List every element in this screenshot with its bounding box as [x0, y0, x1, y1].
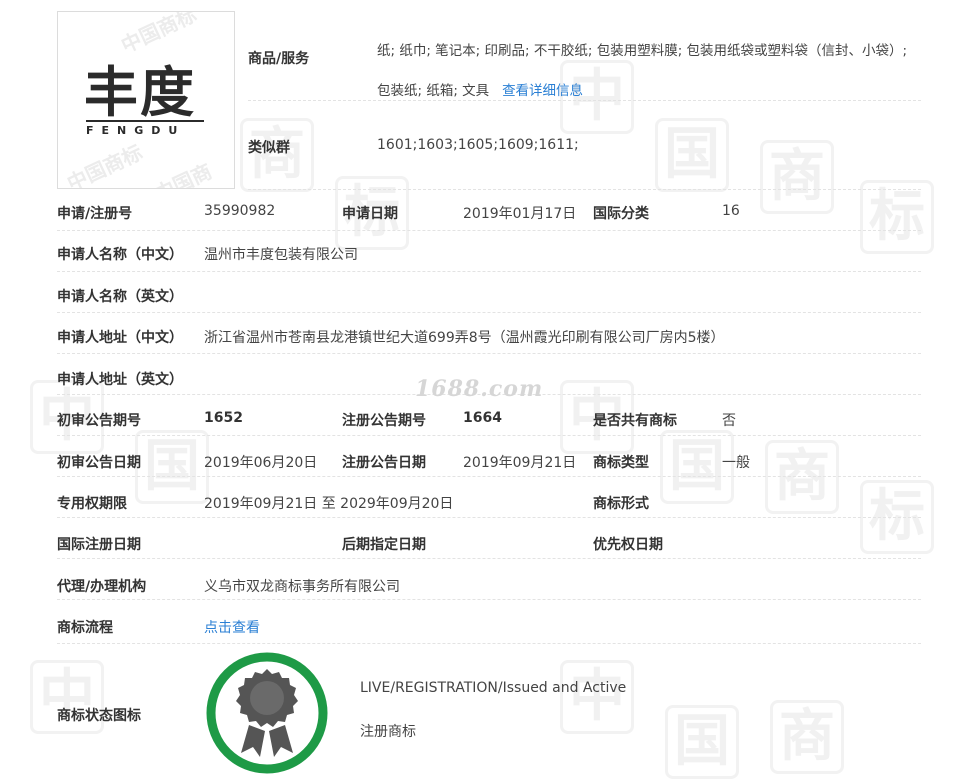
- logo-watermark-text: 中国商标: [150, 159, 216, 189]
- goods-label: 商品/服务: [248, 51, 310, 67]
- similar-value: 1601;1603;1605;1609;1611;: [377, 137, 579, 153]
- view-details-link[interactable]: 查看详细信息: [502, 83, 583, 99]
- trademark-logo-image: 中国商标 中国商标 中国商标 丰度 FENGDU: [57, 11, 235, 189]
- info-row-flow: 商标流程 点击查看: [57, 600, 921, 644]
- agent-value: 义乌市双龙商标事务所有限公司: [204, 579, 400, 595]
- info-row-applicant-en: 申请人名称（英文）: [57, 272, 921, 313]
- similar-label: 类似群: [248, 140, 290, 156]
- app-no-value: 35990982: [204, 203, 276, 219]
- intl-reg-date-label: 国际注册日期: [57, 537, 141, 553]
- goods-list: 纸; 纸巾; 笔记本; 印刷品; 不干胶纸; 包装用塑料膜; 包装用纸袋或塑料袋…: [377, 43, 908, 99]
- prelim-no-value: 1652: [204, 410, 243, 426]
- reg-date-value: 2019年09月21日: [463, 455, 577, 471]
- goods-value: 纸; 纸巾; 笔记本; 印刷品; 不干胶纸; 包装用塑料膜; 包装用纸袋或塑料袋…: [377, 31, 917, 111]
- flow-label: 商标流程: [57, 620, 113, 636]
- goods-services-row: 商品/服务 纸; 纸巾; 笔记本; 印刷品; 不干胶纸; 包装用塑料膜; 包装用…: [248, 11, 921, 101]
- reg-date-label: 注册公告日期: [342, 455, 426, 471]
- address-cn-label: 申请人地址（中文）: [57, 330, 183, 346]
- watermark-tile: 中: [560, 660, 634, 734]
- logo-main-text: 丰度: [84, 61, 196, 124]
- info-row-applicant-cn: 申请人名称（中文） 温州市丰度包装有限公司: [57, 231, 921, 272]
- info-row-announcement-date: 初审公告日期 2019年06月20日 注册公告日期 2019年09月21日 商标…: [57, 436, 921, 477]
- info-row-address-cn: 申请人地址（中文） 浙江省温州市苍南县龙港镇世纪大道699弄8号（温州霞光印刷有…: [57, 313, 921, 354]
- info-row-dates: 国际注册日期 后期指定日期 优先权日期: [57, 518, 921, 559]
- intl-class-label: 国际分类: [593, 206, 649, 222]
- applicant-cn-value: 温州市丰度包装有限公司: [204, 247, 358, 263]
- info-row-exclusive-period: 专用权期限 2019年09月21日 至 2029年09月20日 商标形式: [57, 477, 921, 518]
- site-watermark: 1688.com: [415, 376, 544, 402]
- status-cn-text: 注册商标: [360, 724, 416, 740]
- registered-badge-icon: [206, 652, 328, 774]
- info-row-agent: 代理/办理机构 义乌市双龙商标事务所有限公司: [57, 559, 921, 600]
- watermark-tile: 国: [665, 705, 739, 779]
- exclusive-label: 专用权期限: [57, 496, 127, 512]
- logo-watermark-text: 中国商标: [63, 140, 146, 189]
- address-en-label: 申请人地址（英文）: [57, 372, 183, 388]
- reg-no-label: 注册公告期号: [342, 413, 426, 429]
- later-date-label: 后期指定日期: [342, 537, 426, 553]
- similar-group-row: 类似群 1601;1603;1605;1609;1611;: [248, 101, 921, 190]
- logo-watermark-text: 中国商标: [117, 11, 200, 58]
- shared-value: 否: [722, 413, 736, 429]
- status-label: 商标状态图标: [57, 708, 141, 724]
- status-en-text: LIVE/REGISTRATION/Issued and Active: [360, 680, 627, 696]
- prelim-date-value: 2019年06月20日: [204, 455, 318, 471]
- app-date-value: 2019年01月17日: [463, 206, 577, 222]
- applicant-en-label: 申请人名称（英文）: [57, 289, 183, 305]
- mark-type-value: 一般: [722, 455, 750, 471]
- reg-no-value: 1664: [463, 410, 502, 426]
- applicant-cn-label: 申请人名称（中文）: [57, 247, 183, 263]
- priority-label: 优先权日期: [593, 537, 663, 553]
- shared-label: 是否共有商标: [593, 413, 677, 429]
- prelim-date-label: 初审公告日期: [57, 455, 141, 471]
- mark-type-label: 商标类型: [593, 455, 649, 471]
- watermark-tile: 商: [770, 700, 844, 774]
- logo-sub-text: FENGDU: [86, 120, 204, 137]
- exclusive-value: 2019年09月21日 至 2029年09月20日: [204, 496, 454, 512]
- address-cn-value: 浙江省温州市苍南县龙港镇世纪大道699弄8号（温州霞光印刷有限公司厂房内5楼）: [204, 330, 725, 346]
- intl-class-value: 16: [722, 203, 740, 219]
- prelim-no-label: 初审公告期号: [57, 413, 141, 429]
- agent-label: 代理/办理机构: [57, 579, 147, 595]
- app-no-label: 申请/注册号: [57, 206, 133, 222]
- flow-view-link[interactable]: 点击查看: [204, 617, 260, 637]
- app-date-label: 申请日期: [342, 206, 398, 222]
- info-row-registration: 申请/注册号 35990982 申请日期 2019年01月17日 国际分类 16: [57, 190, 921, 231]
- mark-form-label: 商标形式: [593, 496, 649, 512]
